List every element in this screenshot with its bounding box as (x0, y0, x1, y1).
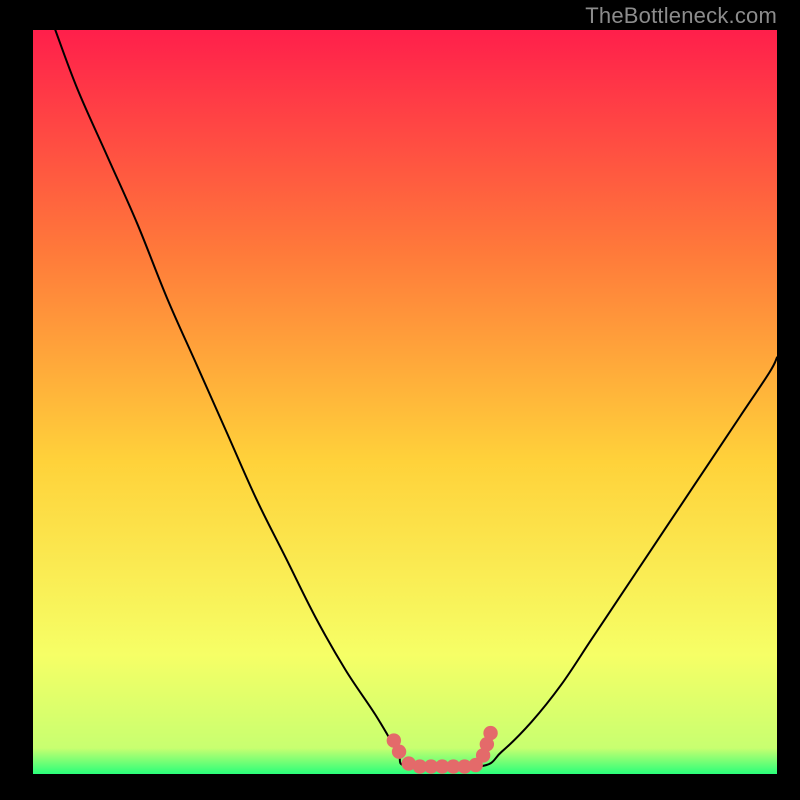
data-marker (483, 726, 497, 740)
plot-area (33, 30, 777, 774)
gradient-background (33, 30, 777, 774)
data-marker (392, 744, 406, 758)
chart-frame: TheBottleneck.com (0, 0, 800, 800)
chart-svg (33, 30, 777, 774)
watermark-text: TheBottleneck.com (585, 3, 777, 29)
